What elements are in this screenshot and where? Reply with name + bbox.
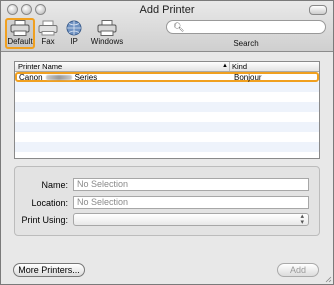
list-row-empty xyxy=(15,102,319,112)
list-row-empty xyxy=(15,132,319,142)
printer-list[interactable]: Printer Name ▲ Kind Canon Series Bonjour xyxy=(14,61,320,159)
search-input[interactable] xyxy=(184,22,319,32)
toolbar-windows-label: Windows xyxy=(90,37,124,46)
toolbar-toggle-button[interactable] xyxy=(309,5,327,15)
name-row: Name: No Selection xyxy=(15,178,319,192)
search-icon: 🔍︎ xyxy=(173,22,185,32)
toolbar-fax-label: Fax xyxy=(41,37,55,46)
location-label: Location: xyxy=(31,198,68,208)
name-label: Name: xyxy=(41,180,68,190)
list-row-empty xyxy=(15,82,319,92)
column-header-kind[interactable]: Kind xyxy=(232,62,247,71)
printer-name-cell: Canon Series xyxy=(19,73,98,82)
print-using-label: Print Using: xyxy=(21,215,68,225)
printer-row-canon[interactable]: Canon Series Bonjour xyxy=(15,72,319,82)
list-row-empty xyxy=(15,152,319,158)
toolbar-default-label: Default xyxy=(7,37,33,46)
search-field[interactable]: 🔍︎ xyxy=(166,20,326,34)
location-row: Location: No Selection xyxy=(15,196,319,210)
toolbar-ip-label: IP xyxy=(70,37,78,46)
fax-icon xyxy=(38,20,58,36)
printer-default-icon xyxy=(10,20,30,36)
select-arrows-icon: ▴ ▾ xyxy=(300,213,304,226)
printer-name-suffix: Series xyxy=(74,73,98,82)
window-title: Add Printer xyxy=(139,4,195,16)
print-using-row: Print Using: ▴ ▾ xyxy=(15,213,319,227)
list-row-empty xyxy=(15,112,319,122)
add-printer-window: Add Printer Default Fax IP Windows 🔍︎ Se… xyxy=(0,0,334,285)
printer-name-prefix: Canon xyxy=(19,73,43,82)
list-row-empty xyxy=(15,92,319,102)
print-using-select[interactable]: ▴ ▾ xyxy=(73,213,309,226)
redacted-model xyxy=(45,75,72,81)
printer-kind-cell: Bonjour xyxy=(234,73,262,82)
windows-printer-icon xyxy=(97,20,117,36)
add-button[interactable]: Add xyxy=(277,263,319,277)
more-printers-button[interactable]: More Printers... xyxy=(13,263,85,277)
column-header-printer-name[interactable]: Printer Name xyxy=(18,62,62,71)
toolbar: Add Printer Default Fax IP Windows 🔍︎ Se… xyxy=(1,1,333,52)
column-divider xyxy=(229,62,230,71)
printer-details-form: Name: No Selection Location: No Selectio… xyxy=(14,166,320,236)
list-row-empty xyxy=(15,142,319,152)
toolbar-ip-button[interactable]: IP xyxy=(63,20,85,50)
globe-icon xyxy=(66,20,82,36)
resize-grip-icon[interactable] xyxy=(324,275,332,283)
search-label: Search xyxy=(233,39,259,48)
location-field[interactable]: No Selection xyxy=(73,196,309,209)
toolbar-windows-button[interactable]: Windows xyxy=(89,20,125,50)
list-header: Printer Name ▲ Kind xyxy=(15,62,319,72)
list-row-empty xyxy=(15,122,319,132)
toolbar-fax-button[interactable]: Fax xyxy=(37,20,59,50)
toolbar-default-button[interactable]: Default xyxy=(5,18,35,49)
name-field[interactable]: No Selection xyxy=(73,178,309,191)
sort-ascending-icon: ▲ xyxy=(222,63,228,69)
